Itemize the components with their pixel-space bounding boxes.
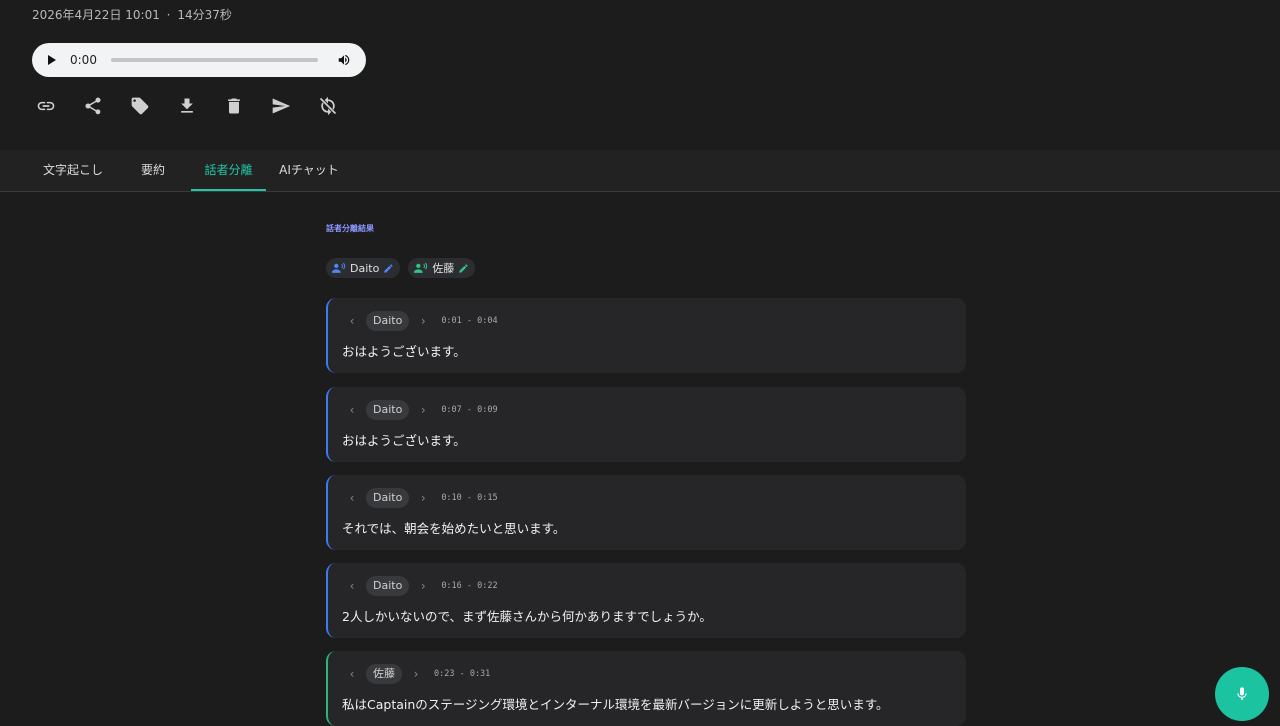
segment-time: 0:10 - 0:15: [441, 493, 498, 503]
tab-bar: 文字起こし 要約 話者分離 AIチャット: [0, 150, 1280, 192]
download-icon[interactable]: [177, 94, 197, 118]
segment-card: ‹ Daito › 0:16 - 0:22 2人しかいないので、まず佐藤さんから…: [326, 563, 966, 638]
prev-speaker-icon[interactable]: ‹: [348, 491, 356, 505]
speaker-name: Daito: [350, 261, 380, 275]
segment-time: 0:16 - 0:22: [441, 581, 498, 591]
segment-text: 2人しかいないので、まず佐藤さんから何かありますでしょうか。: [342, 609, 712, 624]
segment-text: 私はCaptainのステージング環境とインターナル環境を最新バージョンに更新しよ…: [342, 697, 889, 712]
segment-time: 0:07 - 0:09: [441, 405, 498, 415]
recording-meta: 2026年4月22日 10:01 · 14分37秒: [32, 6, 232, 23]
play-icon[interactable]: [48, 55, 56, 65]
next-speaker-icon[interactable]: ›: [419, 579, 427, 593]
send-icon[interactable]: [271, 94, 291, 118]
recording-toolbar: [36, 94, 338, 118]
speaker-icon: [414, 262, 428, 273]
record-button[interactable]: [1215, 667, 1269, 721]
tab-transcript[interactable]: 文字起こし: [30, 150, 116, 191]
segment-card: ‹ 佐藤 › 0:23 - 0:31 私はCaptainのステージング環境とイン…: [326, 651, 966, 726]
segment-card: ‹ Daito › 0:07 - 0:09 おはようございます。: [326, 387, 966, 462]
next-speaker-icon[interactable]: ›: [419, 403, 427, 417]
tab-label: 要約: [140, 163, 165, 177]
tab-diarization[interactable]: 話者分離: [191, 150, 266, 191]
share-icon[interactable]: [83, 94, 103, 118]
segment-speaker[interactable]: Daito: [366, 576, 410, 596]
recording-duration: 14分37秒: [177, 8, 232, 22]
next-speaker-icon[interactable]: ›: [412, 667, 420, 681]
tab-label: 話者分離: [204, 163, 253, 177]
speaker-chips: Daito 佐藤: [326, 258, 476, 278]
speaker-chip-daito[interactable]: Daito: [326, 258, 401, 278]
segment-speaker[interactable]: 佐藤: [366, 664, 402, 684]
delete-icon[interactable]: [224, 94, 244, 118]
next-speaker-icon[interactable]: ›: [419, 491, 427, 505]
segment-speaker[interactable]: Daito: [366, 400, 410, 420]
audio-current-time: 0:00: [70, 53, 97, 67]
audio-player[interactable]: 0:00: [32, 43, 366, 77]
prev-speaker-icon[interactable]: ‹: [348, 314, 356, 328]
tab-ai-chat[interactable]: AIチャット: [276, 150, 342, 191]
microphone-icon: [1237, 687, 1247, 700]
tag-icon[interactable]: [130, 94, 150, 118]
segment-text: おはようございます。: [342, 433, 466, 448]
segment-text: それでは、朝会を始めたいと思います。: [342, 521, 566, 536]
segment-time: 0:23 - 0:31: [434, 669, 491, 679]
segment-time: 0:01 - 0:04: [441, 316, 498, 326]
segment-speaker[interactable]: Daito: [366, 488, 410, 508]
audio-progress-bar[interactable]: [110, 58, 318, 62]
speaker-name: 佐藤: [432, 262, 455, 275]
segment-card: ‹ Daito › 0:01 - 0:04 おはようございます。: [326, 298, 966, 373]
prev-speaker-icon[interactable]: ‹: [348, 403, 356, 417]
segment-text: おはようございます。: [342, 344, 466, 359]
segment-speaker[interactable]: Daito: [366, 311, 410, 331]
sync-icon[interactable]: [318, 94, 338, 118]
diarization-title: 話者分離結果: [326, 224, 374, 233]
speaker-chip-sato[interactable]: 佐藤: [408, 258, 476, 278]
edit-icon[interactable]: [383, 263, 394, 274]
segment-card: ‹ Daito › 0:10 - 0:15 それでは、朝会を始めたいと思います。: [326, 475, 966, 550]
tab-label: AIチャット: [279, 163, 339, 177]
tab-label: 文字起こし: [42, 163, 103, 177]
edit-icon[interactable]: [458, 263, 469, 274]
recording-datetime: 2026年4月22日 10:01: [32, 8, 160, 22]
volume-icon[interactable]: [336, 52, 352, 68]
tab-summary[interactable]: 要約: [128, 150, 178, 191]
prev-speaker-icon[interactable]: ‹: [348, 667, 356, 681]
next-speaker-icon[interactable]: ›: [419, 314, 427, 328]
link-icon[interactable]: [36, 94, 56, 118]
speaker-icon: [332, 262, 346, 273]
prev-speaker-icon[interactable]: ‹: [348, 579, 356, 593]
meta-separator: ·: [166, 8, 171, 22]
